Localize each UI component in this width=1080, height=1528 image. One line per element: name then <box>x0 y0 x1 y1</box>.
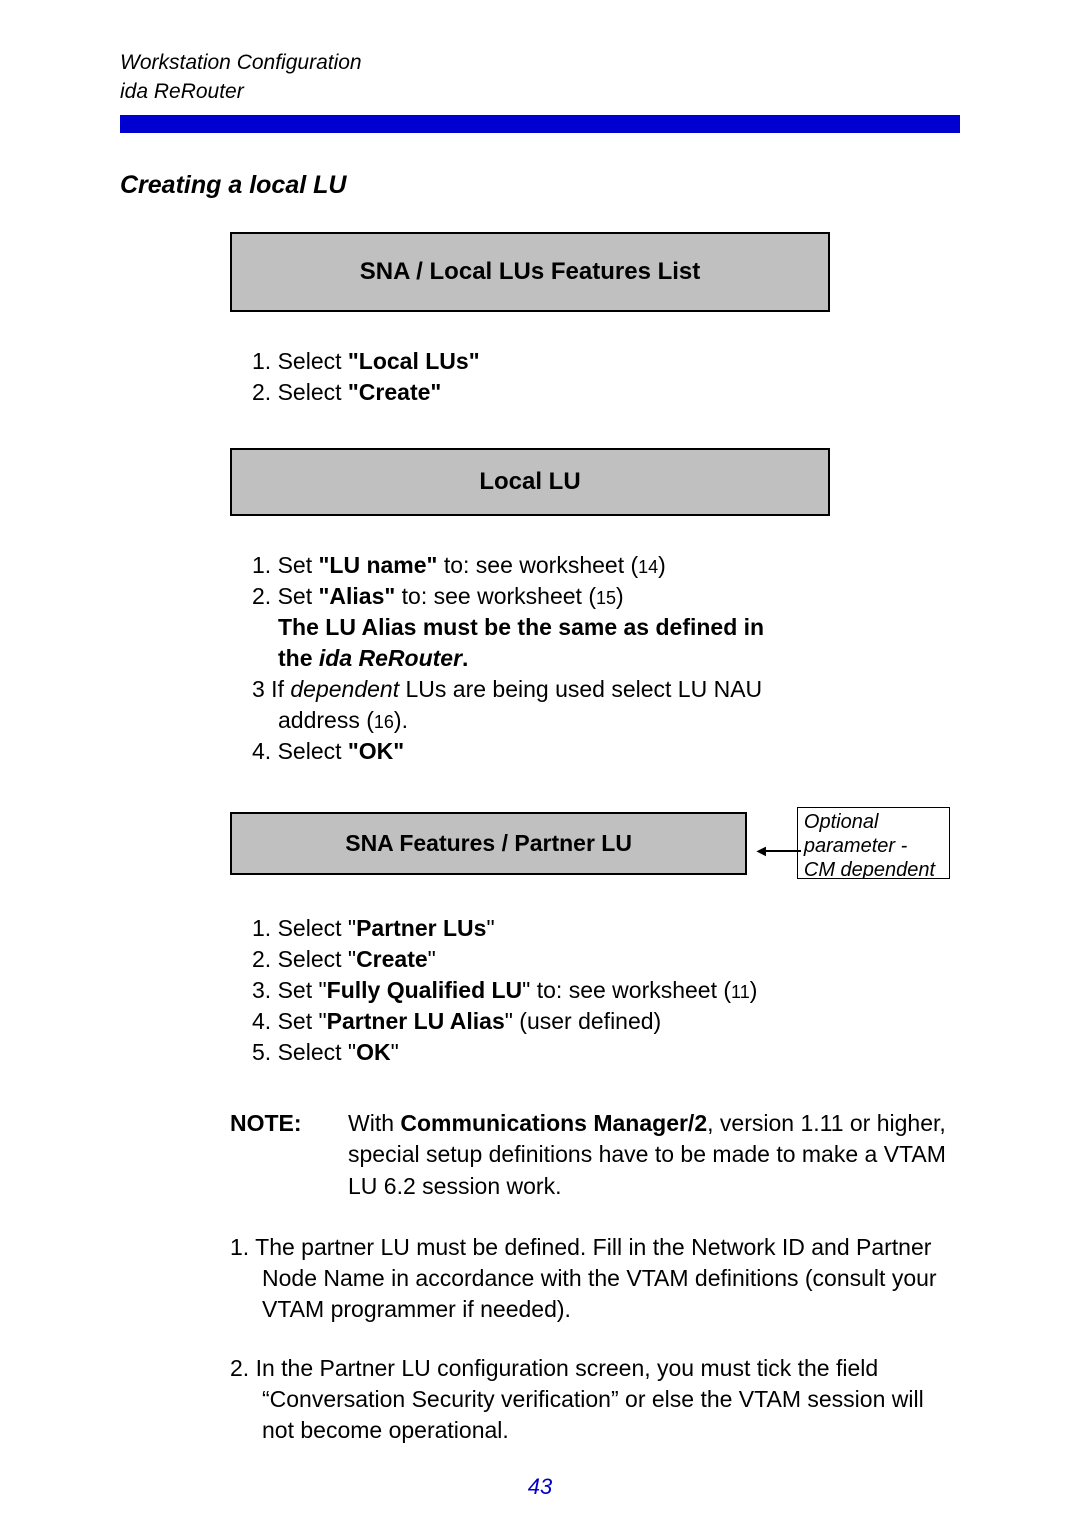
header-line2: ida ReRouter <box>120 77 960 106</box>
step-item: 5. Select "OK" <box>274 1037 950 1068</box>
step-item: 2. Select "Create" <box>274 944 950 975</box>
note-label: NOTE: <box>230 1108 348 1201</box>
steps-partner-lu: 1. Select "Partner LUs" 2. Select "Creat… <box>230 913 950 1068</box>
step-item: 3. Set "Fully Qualified LU" to: see work… <box>274 975 950 1006</box>
section-title: Creating a local LU <box>120 171 960 200</box>
box-sna-local-lus-title: SNA / Local LUs Features List <box>360 258 701 285</box>
box-sna-local-lus: SNA / Local LUs Features List <box>230 232 830 312</box>
callout-optional-parameter: Optional parameter - CM dependent <box>797 807 950 879</box>
partner-lu-row: SNA Features / Partner LU ◄ Optional par… <box>230 807 950 879</box>
step-item: 3 If dependent LUs are being used select… <box>274 674 950 736</box>
step-item: 1. Set "LU name" to: see worksheet (14) <box>274 550 950 581</box>
step-item: 1. Select "Local LUs" <box>274 346 950 377</box>
note-step-item: 2. In the Partner LU configuration scree… <box>230 1353 950 1446</box>
running-header: Workstation Configuration ida ReRouter <box>120 48 960 107</box>
header-divider-bar <box>120 115 960 133</box>
steps-local-lu-config: 1. Set "LU name" to: see worksheet (14) … <box>230 550 950 767</box>
step-item: 1. Select "Partner LUs" <box>274 913 950 944</box>
header-line1: Workstation Configuration <box>120 48 960 77</box>
box-local-lu: Local LU <box>230 448 830 516</box>
note-step-item: 1. The partner LU must be defined. Fill … <box>230 1232 950 1325</box>
step-item: 4. Select "OK" <box>274 736 950 767</box>
step-item: 4. Set "Partner LU Alias" (user defined) <box>274 1006 950 1037</box>
steps-select-local-lus: 1. Select "Local LUs" 2. Select "Create" <box>230 346 950 408</box>
box-partner-lu: SNA Features / Partner LU <box>230 812 747 875</box>
arrow-head-icon: ◄ <box>753 844 769 860</box>
note-block: NOTE: With Communications Manager/2, ver… <box>230 1108 950 1201</box>
page-number: 43 <box>0 1474 1080 1500</box>
callout-arrow: ◄ <box>747 842 797 844</box>
box-local-lu-title: Local LU <box>479 468 580 495</box>
step-item: 2. Set "Alias" to: see worksheet (15) Th… <box>274 581 950 674</box>
note-body: With Communications Manager/2, version 1… <box>348 1108 950 1201</box>
step-item: 2. Select "Create" <box>274 377 950 408</box>
box-partner-lu-title: SNA Features / Partner LU <box>345 830 632 856</box>
note-steps: 1. The partner LU must be defined. Fill … <box>230 1232 950 1446</box>
